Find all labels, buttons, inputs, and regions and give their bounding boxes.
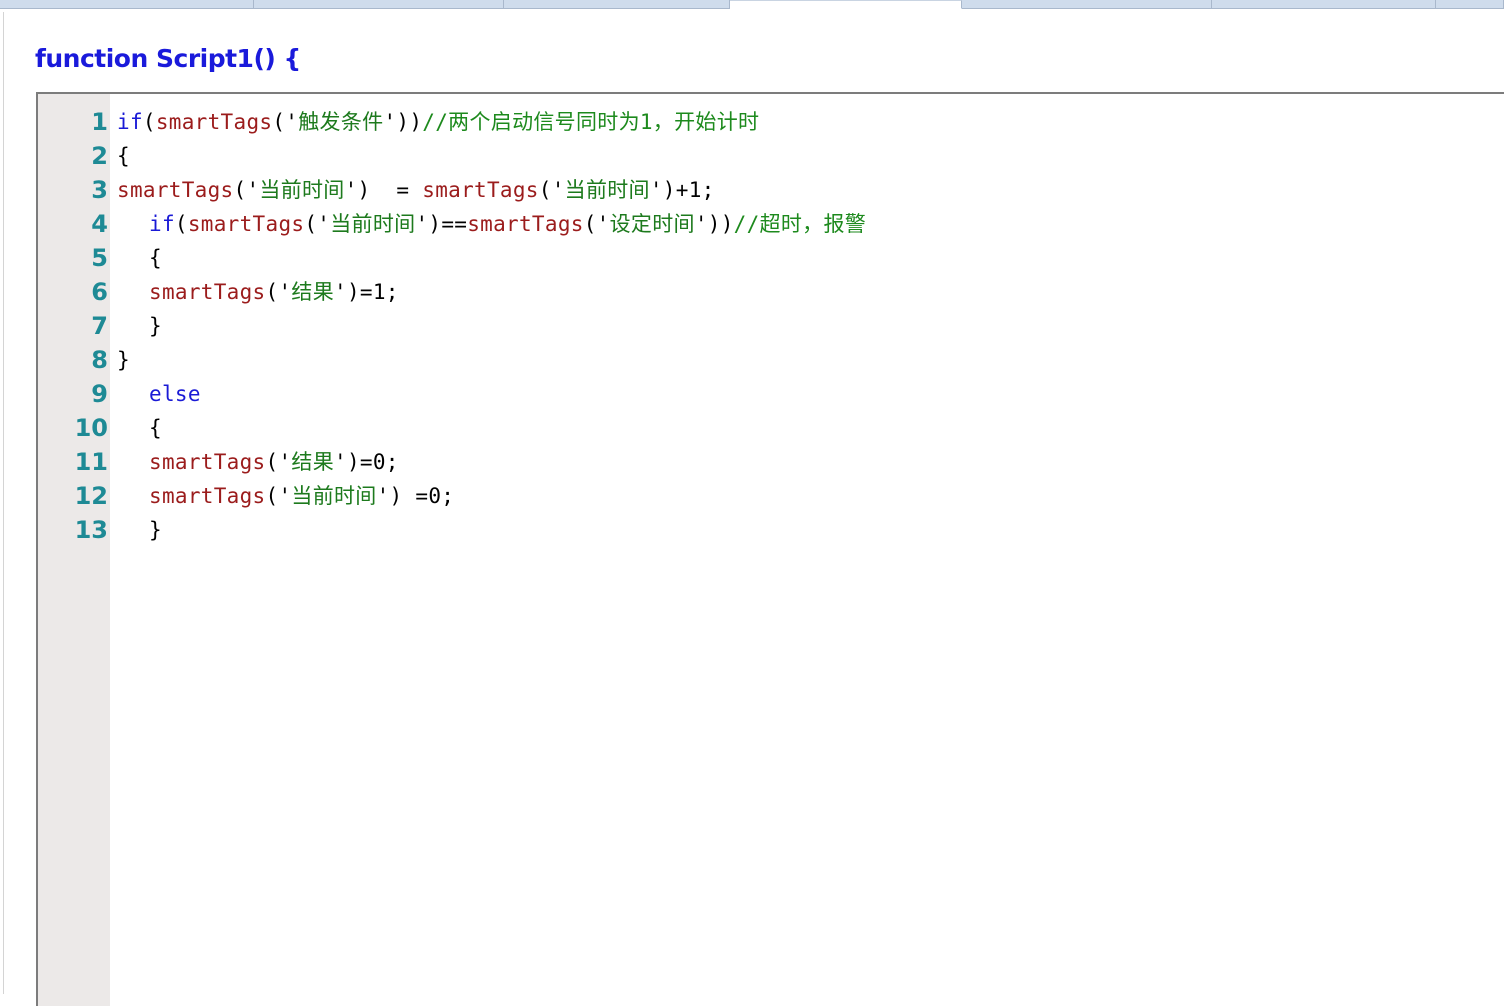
line-number: 7 [91,312,108,340]
code-token: 当前时间 [564,178,650,202]
code-token: (' [583,212,610,236]
code-token: ')== [415,212,468,236]
code-text: { [117,142,130,170]
code-token: { [149,246,162,270]
tab-6[interactable] [1212,0,1436,9]
code-token: ( [142,110,156,134]
code-token: (' [538,178,565,202]
code-line[interactable]: 10 { [38,410,1504,444]
tab-1[interactable] [0,0,254,9]
code-token: if [117,110,143,134]
code-token: ')=1; [334,280,399,304]
code-text: else [149,380,201,408]
line-number: 3 [91,176,108,204]
code-token: 当前时间 [330,212,416,236]
code-line[interactable]: 12 smartTags('当前时间') =0; [38,478,1504,512]
code-token: ') =0; [376,484,455,508]
code-token: smartTags [467,212,584,236]
code-token: 结果 [291,450,334,474]
line-number: 11 [74,448,108,476]
tab-7[interactable] [1436,0,1504,9]
code-line[interactable]: 11 smartTags('结果')=0; [38,444,1504,478]
code-line[interactable]: 3 smartTags('当前时间') = smartTags('当前时间')+1… [38,172,1504,206]
code-token: smartTags [422,178,539,202]
code-line[interactable]: 13} [38,512,1504,546]
code-token: (' [265,450,292,474]
code-token: ')) [694,212,734,236]
code-line[interactable]: 5{ [38,240,1504,274]
code-line[interactable]: 1 if(smartTags('触发条件'))//两个启动信号同时为1，开始计时 [38,104,1504,138]
code-token: smartTags [117,178,234,202]
code-token: ') = [344,178,423,202]
line-number: 5 [91,244,108,272]
code-token: ( [174,212,188,236]
code-text: if(smartTags('触发条件'))//两个启动信号同时为1，开始计时 [117,108,759,136]
code-text: { [149,414,162,442]
code-token: smartTags [155,110,273,134]
code-line[interactable]: 9 else [38,376,1504,410]
code-token: 当前时间 [291,484,377,508]
tab-5[interactable] [962,0,1212,9]
tab-4[interactable] [730,0,962,9]
tab-2[interactable] [254,0,504,9]
code-token: (' [304,212,331,236]
code-text: smartTags('结果')=1; [149,278,399,306]
code-line[interactable]: 8} [38,342,1504,376]
code-token: { [117,144,130,168]
code-text: } [117,346,130,374]
code-token: (' [233,178,260,202]
code-token: (' [265,484,292,508]
code-token: 设定时间 [609,212,695,236]
code-token: smartTags [149,280,266,304]
line-number: 10 [74,414,108,442]
line-number: 6 [91,278,108,306]
line-number: 8 [91,346,108,374]
code-token: 结果 [291,280,334,304]
code-token: //两个启动信号同时为1，开始计时 [422,110,760,134]
code-token: ')+1; [649,178,715,202]
code-token: if [149,212,175,236]
code-text: } [149,516,162,544]
code-token: } [149,314,162,338]
code-token: 当前时间 [259,178,345,202]
code-token: } [117,348,130,372]
line-number: 4 [91,210,108,238]
tab-strip [0,0,1504,12]
code-token: smartTags [149,484,266,508]
code-line[interactable]: 7} [38,308,1504,342]
code-token: (' [272,110,299,134]
code-text: smartTags('当前时间') = smartTags('当前时间')+1; [117,176,715,204]
code-token: { [149,416,162,440]
tab-3[interactable] [504,0,730,9]
code-token: 触发条件 [298,110,384,134]
code-token: ')) [383,110,423,134]
script-pane: function Script1() { 1 if(smartTags('触发条件… [3,12,1504,1006]
line-number: 9 [91,380,108,408]
code-text: } [149,312,162,340]
code-text: { [149,244,162,272]
line-number: 2 [91,142,108,170]
code-line[interactable]: 6 smartTags('结果')=1; [38,274,1504,308]
line-number: 12 [74,482,108,510]
code-line[interactable]: 2{ [38,138,1504,172]
code-token: (' [265,280,292,304]
code-text: if(smartTags('当前时间')==smartTags('设定时间'))… [149,210,866,238]
line-number: 1 [91,108,108,136]
code-token: ')=0; [334,450,399,474]
line-number: 13 [74,516,108,544]
code-text: smartTags('结果')=0; [149,448,399,476]
code-editor[interactable]: 1 if(smartTags('触发条件'))//两个启动信号同时为1，开始计时 2… [36,92,1504,1006]
code-line[interactable]: 4 if(smartTags('当前时间')==smartTags('设定时间')… [38,206,1504,240]
code-token: } [149,518,162,542]
code-text: smartTags('当前时间') =0; [149,482,454,510]
code-token: //超时，报警 [733,212,867,236]
code-token: smartTags [149,450,266,474]
function-header: function Script1() { [35,44,301,73]
code-token: smartTags [187,212,305,236]
code-token: else [149,382,201,406]
